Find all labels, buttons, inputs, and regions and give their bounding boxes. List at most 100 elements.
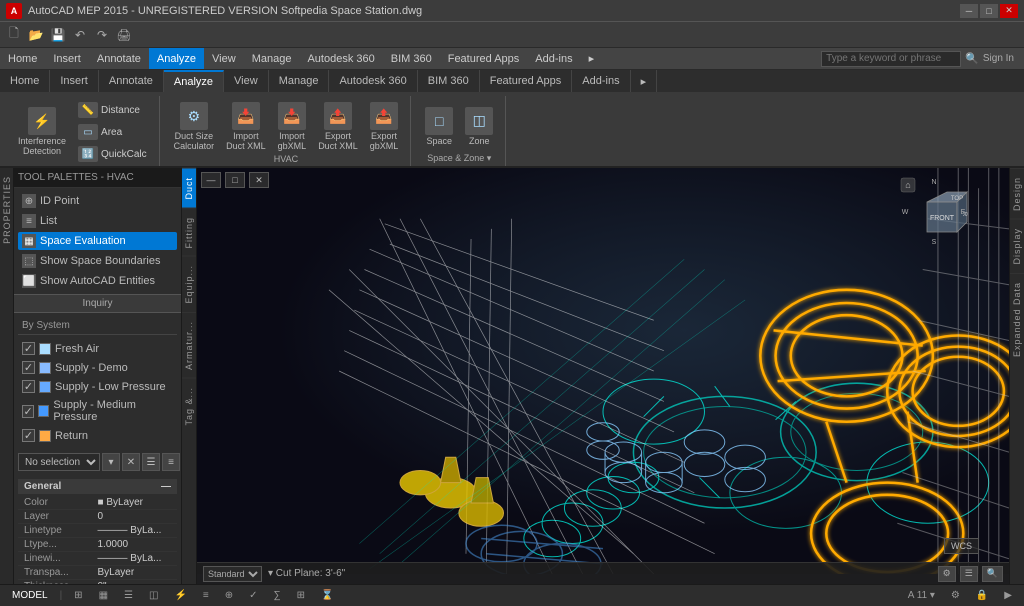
ribbon-tab-view[interactable]: View bbox=[224, 70, 269, 92]
object-snap-button[interactable]: ⚡ bbox=[168, 585, 192, 606]
ribbon-tab-annotate[interactable]: Annotate bbox=[99, 70, 164, 92]
vtab-design[interactable]: Design bbox=[1010, 168, 1024, 219]
polar-button[interactable]: ◫ bbox=[143, 585, 164, 606]
prop-btn-1[interactable]: ▾ bbox=[102, 453, 120, 471]
inquiry-section[interactable]: Inquiry bbox=[14, 294, 181, 313]
id-point-button[interactable]: ⊕ ID Point bbox=[18, 192, 177, 210]
close-button[interactable]: ✕ bbox=[1000, 4, 1018, 18]
prop-btn-4[interactable]: ≡ bbox=[162, 453, 180, 471]
quickcalc-button[interactable]: 🔢 QuickCalc bbox=[74, 144, 151, 164]
space-button[interactable]: □ Space bbox=[421, 105, 457, 149]
qa-print-button[interactable]: 🖨 bbox=[114, 25, 134, 45]
maximize-button[interactable]: □ bbox=[980, 4, 998, 18]
system-item-return[interactable]: ✓ Return bbox=[18, 426, 177, 445]
sign-in-link[interactable]: Sign In bbox=[983, 53, 1014, 64]
model-tab[interactable]: MODEL bbox=[6, 585, 54, 606]
menu-home[interactable]: Home bbox=[0, 48, 45, 69]
export-duct-xml-button[interactable]: 📤 ExportDuct XML bbox=[314, 100, 362, 154]
system-item-fresh-air[interactable]: ✓ Fresh Air bbox=[18, 339, 177, 358]
object-track-button[interactable]: ≡ bbox=[197, 585, 215, 606]
export-gbxml-button[interactable]: 📤 ExportgbXML bbox=[366, 100, 403, 154]
vtab-tag[interactable]: Tag &... bbox=[182, 378, 196, 434]
import-gbxml-button[interactable]: 📥 ImportgbXML bbox=[274, 100, 311, 154]
vtab-equip[interactable]: Equip... bbox=[182, 256, 196, 312]
prop-btn-3[interactable]: ☰ bbox=[142, 453, 160, 471]
transparency-button[interactable]: ⊞ bbox=[291, 585, 311, 606]
ribbon-tab-bim360[interactable]: BIM 360 bbox=[418, 70, 480, 92]
ucs-icon-button[interactable]: ⊕ bbox=[219, 585, 239, 606]
ribbon-tab-more[interactable]: ▸ bbox=[631, 70, 658, 92]
ribbon-tab-manage[interactable]: Manage bbox=[269, 70, 330, 92]
ribbon-tab-analyze[interactable]: Analyze bbox=[164, 70, 224, 92]
supply-demo-checkbox[interactable]: ✓ bbox=[22, 361, 35, 374]
ribbon-tab-insert[interactable]: Insert bbox=[50, 70, 99, 92]
menu-addins[interactable]: Add-ins bbox=[527, 48, 580, 69]
lineweight-button[interactable]: ∑ bbox=[268, 585, 287, 606]
menu-bim360[interactable]: BIM 360 bbox=[383, 48, 440, 69]
annotation-scale-button[interactable]: A 11 ▾ bbox=[902, 590, 941, 601]
import-duct-xml-button[interactable]: 📥 ImportDuct XML bbox=[222, 100, 270, 154]
viewport-layers-button[interactable]: ☰ bbox=[960, 566, 978, 582]
show-autocad-entities-button[interactable]: ⬜ Show AutoCAD Entities bbox=[18, 272, 177, 290]
qa-save-button[interactable]: 💾 bbox=[48, 25, 68, 45]
viewport-close-button[interactable]: ✕ bbox=[249, 172, 269, 188]
snap-snap-button[interactable]: ▦ bbox=[93, 585, 114, 606]
general-category[interactable]: General — bbox=[18, 479, 177, 494]
menu-featured[interactable]: Featured Apps bbox=[440, 48, 528, 69]
minimize-button[interactable]: ─ bbox=[960, 4, 978, 18]
no-selection-dropdown[interactable]: No selection By Layer bbox=[18, 453, 100, 471]
supply-med-checkbox[interactable]: ✓ bbox=[22, 405, 34, 418]
vtab-fitting[interactable]: Fitting bbox=[182, 208, 196, 257]
interference-detection-button[interactable]: ⚡ InterferenceDetection bbox=[14, 105, 70, 159]
viewport-zoom-button[interactable]: 🔍 bbox=[982, 566, 1003, 582]
system-item-supply-med[interactable]: ✓ Supply - Medium Pressure bbox=[18, 396, 177, 426]
ribbon-tab-home[interactable]: Home bbox=[0, 70, 50, 92]
wcs-indicator[interactable]: WCS bbox=[944, 538, 979, 554]
menu-analyze[interactable]: Analyze bbox=[149, 48, 204, 69]
quick-props-button[interactable]: ⌛ bbox=[315, 585, 339, 606]
system-item-supply-demo[interactable]: ✓ Supply - Demo bbox=[18, 358, 177, 377]
navigation-cube[interactable]: ⌂ FRONT TOP R S N E W bbox=[899, 176, 969, 246]
menu-manage[interactable]: Manage bbox=[244, 48, 300, 69]
viewport-max-button[interactable]: □ bbox=[225, 172, 245, 188]
ribbon-tab-featured[interactable]: Featured Apps bbox=[480, 70, 573, 92]
list-button[interactable]: ≡ List bbox=[18, 212, 177, 230]
area-button[interactable]: ▭ Area bbox=[74, 122, 151, 142]
menu-more[interactable]: ▸ bbox=[581, 48, 603, 69]
space-evaluation-button[interactable]: ▦ Space Evaluation bbox=[18, 232, 177, 250]
dyn-input-button[interactable]: ✓ bbox=[243, 585, 263, 606]
qa-open-button[interactable]: 📂 bbox=[26, 25, 46, 45]
lock-ui-button[interactable]: 🔒 bbox=[970, 590, 994, 601]
vtab-duct[interactable]: Duct bbox=[182, 168, 196, 208]
menu-insert[interactable]: Insert bbox=[45, 48, 89, 69]
snap-grid-button[interactable]: ⊞ bbox=[68, 585, 88, 606]
prop-btn-2[interactable]: ✕ bbox=[122, 453, 140, 471]
menu-view[interactable]: View bbox=[204, 48, 244, 69]
viewport[interactable]: — □ ✕ ⌂ FRONT TOP bbox=[197, 168, 1009, 584]
viewport-style-select[interactable]: Standard bbox=[203, 566, 262, 582]
properties-palette-label[interactable]: PROPERTIES bbox=[0, 168, 14, 252]
qa-undo-button[interactable]: ↶ bbox=[70, 25, 90, 45]
ortho-button[interactable]: ☰ bbox=[118, 585, 139, 606]
hardware-accel-button[interactable]: ▶ bbox=[998, 590, 1018, 601]
vtab-expanded-data[interactable]: Expanded Data bbox=[1010, 273, 1024, 365]
search-input[interactable] bbox=[821, 51, 961, 67]
supply-low-checkbox[interactable]: ✓ bbox=[22, 380, 35, 393]
show-space-boundaries-button[interactable]: ⬚ Show Space Boundaries bbox=[18, 252, 177, 270]
viewport-min-button[interactable]: — bbox=[201, 172, 221, 188]
distance-button[interactable]: 📏 Distance bbox=[74, 100, 151, 120]
fresh-air-checkbox[interactable]: ✓ bbox=[22, 342, 35, 355]
system-item-supply-low[interactable]: ✓ Supply - Low Pressure bbox=[18, 377, 177, 396]
ribbon-tab-addins[interactable]: Add-ins bbox=[572, 70, 630, 92]
workspace-switch-button[interactable]: ⚙ bbox=[945, 590, 966, 601]
return-checkbox[interactable]: ✓ bbox=[22, 429, 35, 442]
menu-autodesk360[interactable]: Autodesk 360 bbox=[299, 48, 382, 69]
vtab-display[interactable]: Display bbox=[1010, 219, 1024, 273]
menu-annotate[interactable]: Annotate bbox=[89, 48, 149, 69]
vtab-arma[interactable]: Armatur... bbox=[182, 312, 196, 378]
ribbon-tab-autodesk360[interactable]: Autodesk 360 bbox=[329, 70, 417, 92]
zone-button[interactable]: ◫ Zone bbox=[461, 105, 497, 149]
viewport-settings-button[interactable]: ⚙ bbox=[938, 566, 956, 582]
duct-size-calculator-button[interactable]: ⚙ Duct SizeCalculator bbox=[170, 100, 219, 154]
qa-redo-button[interactable]: ↷ bbox=[92, 25, 112, 45]
